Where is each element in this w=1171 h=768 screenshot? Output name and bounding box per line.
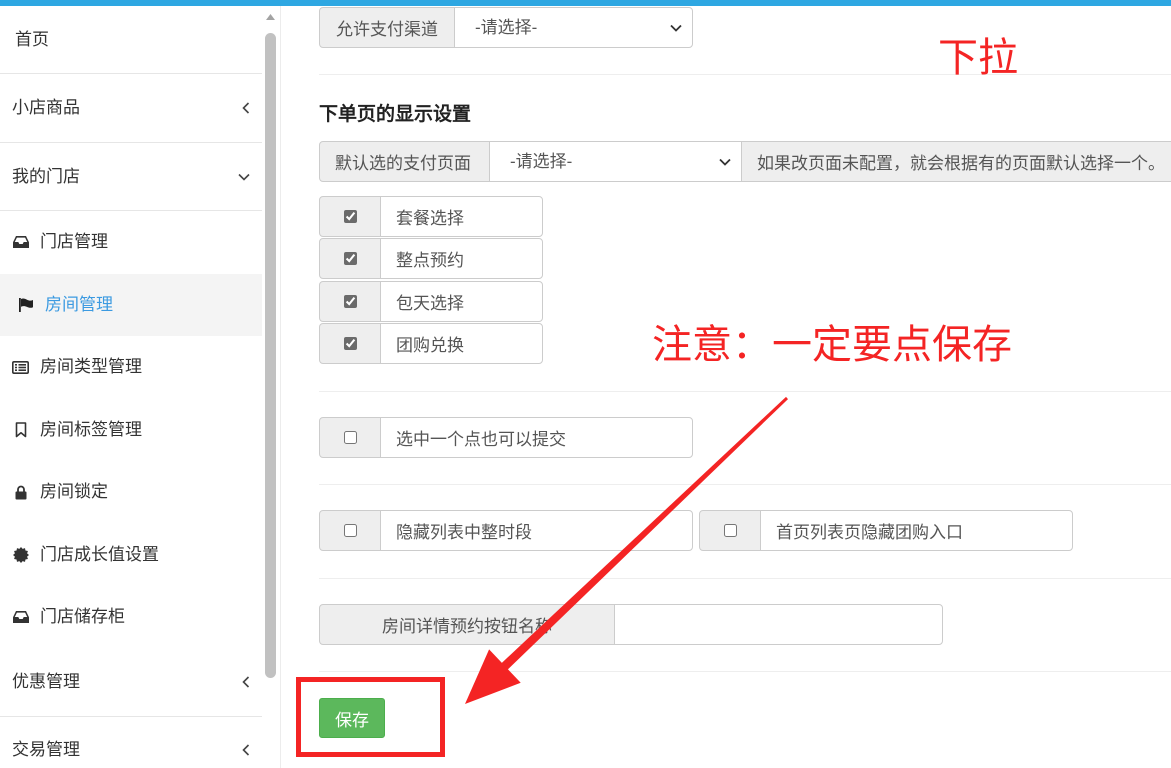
hide-full-hour-group: 隐藏列表中整时段: [319, 510, 693, 551]
sidebar-item-label: 门店储存柜: [40, 607, 125, 627]
sidebar-item-room-lock[interactable]: 房间锁定: [0, 461, 262, 524]
sidebar-item-discount-management[interactable]: 优惠管理: [0, 649, 262, 717]
sidebar-item-transaction-management[interactable]: 交易管理: [0, 717, 262, 768]
sidebar-item-label: 优惠管理: [12, 672, 80, 692]
sidebar-item-store-management[interactable]: 门店管理: [0, 211, 262, 274]
default-pay-page-select-wrap: -请选择-: [489, 141, 742, 182]
group-buy-redeem-checkbox[interactable]: [343, 337, 357, 350]
chevron-left-icon: [242, 102, 250, 114]
option-label: 包天选择: [380, 281, 543, 322]
checkbox-addon[interactable]: [319, 417, 381, 458]
sidebar-item-label: 门店成长值设置: [40, 544, 159, 564]
divider: [319, 578, 1171, 579]
sidebar-item-label: 房间锁定: [40, 482, 108, 502]
book-button-name-label: 房间详情预约按钮名称: [319, 604, 615, 645]
single-point-submit-checkbox[interactable]: [343, 431, 357, 444]
annotation-dropdown-note: 下拉: [938, 36, 1018, 80]
single-point-submit-group: 选中一个点也可以提交: [319, 417, 693, 458]
certificate-icon: [12, 546, 29, 563]
payment-channel-label: 允许支付渠道: [319, 7, 455, 48]
sidebar-item-home[interactable]: 首页: [0, 6, 262, 74]
main-content: 允许支付渠道 -请选择- 下单页的显示设置 默认选的支付页面 -请选择- 如果改…: [280, 0, 1171, 768]
sidebar-item-room-type-management[interactable]: 房间类型管理: [0, 336, 262, 399]
annotation-save-note: 注意：一定要点保存: [652, 323, 1012, 367]
section-title: 下单页的显示设置: [319, 104, 472, 125]
checkbox-addon[interactable]: [319, 196, 381, 237]
list-alt-icon: [12, 359, 29, 375]
divider: [319, 74, 1171, 75]
divider: [319, 671, 1171, 672]
option-full-day-select: 包天选择: [319, 281, 543, 322]
checkbox-addon[interactable]: [319, 323, 381, 364]
payment-channel-select-wrap: -请选择-: [454, 7, 693, 48]
sidebar-item-label: 房间标签管理: [40, 419, 142, 439]
default-pay-page-hint: 如果改页面未配置，就会根据有的页面默认选择一个。: [741, 141, 1171, 182]
sidebar-item-store-locker[interactable]: 门店储存柜: [0, 586, 262, 649]
sidebar-item-shop-products[interactable]: 小店商品: [0, 74, 262, 143]
scroll-up-arrow-icon[interactable]: [266, 14, 275, 20]
option-label: 整点预约: [380, 238, 543, 279]
chevron-left-icon: [242, 744, 250, 756]
default-pay-page-select[interactable]: -请选择-: [490, 142, 741, 181]
option-label: 团购兑换: [380, 323, 543, 364]
sidebar-item-label: 小店商品: [12, 98, 80, 117]
flag-icon: [17, 297, 34, 313]
package-select-checkbox[interactable]: [343, 210, 357, 223]
sidebar-item-label: 房间管理: [45, 294, 113, 314]
book-button-name-group: 房间详情预约按钮名称: [319, 604, 943, 645]
checkbox-addon[interactable]: [699, 510, 761, 551]
checkbox-addon[interactable]: [319, 238, 381, 279]
hide-group-buy-entry-checkbox[interactable]: [723, 524, 737, 537]
sidebar: 首页 小店商品 我的门店 门店管理 房间管理 房间类型管理 房间标签管理 房间锁…: [0, 6, 262, 768]
payment-channel-group: 允许支付渠道 -请选择-: [319, 7, 693, 48]
divider: [319, 391, 1171, 392]
save-button[interactable]: 保存: [319, 698, 385, 738]
option-group-buy-redeem: 团购兑换: [319, 323, 543, 364]
sidebar-item-label: 房间类型管理: [40, 357, 142, 377]
option-label: 首页列表页隐藏团购入口: [760, 510, 1073, 551]
full-day-select-checkbox[interactable]: [343, 295, 357, 308]
inbox-icon: [12, 609, 29, 625]
default-pay-page-label: 默认选的支付页面: [319, 141, 490, 182]
chevron-left-icon: [242, 676, 250, 688]
option-label: 选中一个点也可以提交: [380, 417, 693, 458]
sidebar-item-my-store[interactable]: 我的门店: [0, 143, 262, 211]
hourly-booking-checkbox[interactable]: [343, 252, 357, 265]
top-accent-bar: [0, 0, 1171, 6]
inbox-icon: [12, 234, 29, 250]
hide-full-hour-checkbox[interactable]: [343, 524, 357, 537]
sidebar-item-label: 我的门店: [12, 166, 80, 186]
lock-icon: [12, 484, 29, 500]
sidebar-item-label: 门店管理: [40, 232, 108, 252]
sidebar-item-store-growth-settings[interactable]: 门店成长值设置: [0, 524, 262, 587]
checkbox-addon[interactable]: [319, 510, 381, 551]
sidebar-scrollbar[interactable]: [262, 6, 280, 768]
divider: [319, 484, 1171, 485]
sidebar-item-room-tag-management[interactable]: 房间标签管理: [0, 399, 262, 462]
option-label: 套餐选择: [380, 196, 543, 237]
option-label: 隐藏列表中整时段: [380, 510, 693, 551]
chevron-down-icon: [238, 173, 250, 181]
payment-channel-select[interactable]: -请选择-: [455, 8, 692, 47]
sidebar-item-label: 首页: [15, 29, 49, 49]
option-package-select: 套餐选择: [319, 196, 543, 237]
checkbox-addon[interactable]: [319, 281, 381, 322]
default-pay-page-group: 默认选的支付页面 -请选择- 如果改页面未配置，就会根据有的页面默认选择一个。: [319, 141, 1171, 182]
option-hourly-booking: 整点预约: [319, 238, 543, 279]
scrollbar-thumb[interactable]: [265, 33, 276, 678]
book-button-name-input[interactable]: [614, 604, 943, 645]
sidebar-item-room-management[interactable]: 房间管理: [0, 273, 262, 336]
hide-group-buy-entry-group: 首页列表页隐藏团购入口: [699, 510, 1073, 551]
bookmark-icon: [12, 421, 29, 438]
sidebar-item-label: 交易管理: [12, 740, 80, 759]
